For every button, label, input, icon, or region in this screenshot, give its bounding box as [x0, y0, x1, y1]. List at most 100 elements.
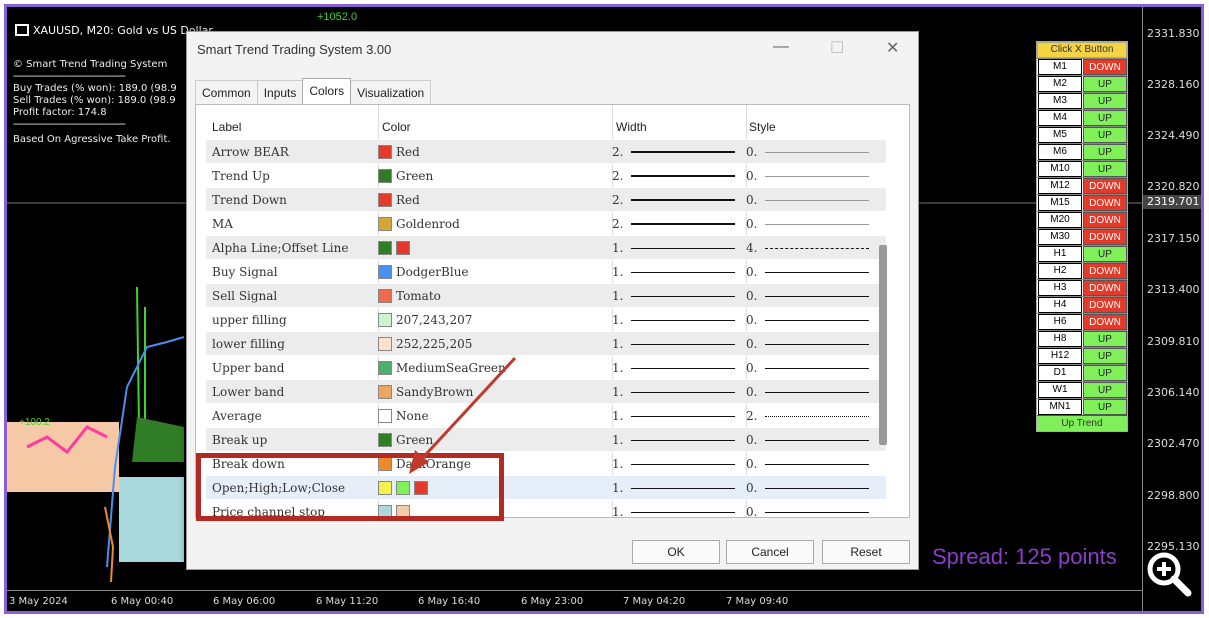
color-swatch[interactable]: [378, 313, 392, 327]
tab-common[interactable]: Common: [195, 80, 258, 107]
tf-name[interactable]: M10: [1038, 161, 1082, 177]
row-style[interactable]: 0.: [746, 428, 870, 452]
tf-name[interactable]: M6: [1038, 144, 1082, 160]
row-width[interactable]: 1.: [612, 404, 736, 428]
column-header-color[interactable]: Color: [382, 120, 411, 134]
color-swatch[interactable]: [378, 193, 392, 207]
row-width[interactable]: 1.: [612, 332, 736, 356]
grid-scrollbar[interactable]: [879, 245, 887, 445]
row-width[interactable]: 1.: [612, 356, 736, 380]
row-width[interactable]: 1.: [612, 476, 736, 500]
row-width[interactable]: 1.: [612, 452, 736, 476]
row-style[interactable]: 0.: [746, 476, 870, 500]
column-header-style[interactable]: Style: [749, 120, 776, 134]
color-swatch[interactable]: [396, 241, 410, 255]
column-header-label[interactable]: Label: [212, 120, 241, 134]
row-width[interactable]: 1.: [612, 260, 736, 284]
row-color[interactable]: [378, 236, 414, 260]
row-color[interactable]: Red: [378, 140, 420, 164]
color-swatch[interactable]: [378, 241, 392, 255]
row-width[interactable]: 1.: [612, 236, 736, 260]
row-style[interactable]: 0.: [746, 212, 870, 236]
tf-name[interactable]: M12: [1038, 178, 1082, 194]
row-width[interactable]: 1.: [612, 308, 736, 332]
close-button[interactable]: ✕: [886, 38, 899, 58]
tf-name[interactable]: M30: [1038, 229, 1082, 245]
tf-name[interactable]: MN1: [1038, 399, 1082, 415]
row-width[interactable]: 1.: [612, 284, 736, 308]
color-row[interactable]: upper filling 207,243,207 1. 0.: [206, 307, 886, 331]
tf-name[interactable]: D1: [1038, 365, 1082, 381]
tab-visualization[interactable]: Visualization: [350, 80, 432, 107]
row-style[interactable]: 0.: [746, 452, 870, 476]
color-row[interactable]: Lower band SandyBrown 1. 0.: [206, 379, 886, 403]
color-row[interactable]: Average None 1. 2.: [206, 403, 886, 427]
row-width[interactable]: 2.: [612, 140, 736, 164]
row-style[interactable]: 0.: [746, 188, 870, 212]
tf-name[interactable]: M20: [1038, 212, 1082, 228]
row-style[interactable]: 0.: [746, 380, 870, 404]
color-swatch[interactable]: [378, 265, 392, 279]
color-row[interactable]: Upper band MediumSeaGreen 1. 0.: [206, 355, 886, 379]
row-style[interactable]: 0.: [746, 164, 870, 188]
tab-inputs[interactable]: Inputs: [256, 80, 304, 107]
reset-button[interactable]: Reset: [822, 540, 910, 564]
row-color[interactable]: Tomato: [378, 284, 441, 308]
color-swatch[interactable]: [378, 289, 392, 303]
column-header-width[interactable]: Width: [616, 120, 647, 134]
tf-name[interactable]: H3: [1038, 280, 1082, 296]
color-row[interactable]: Sell Signal Tomato 1. 0.: [206, 283, 886, 307]
tf-panel-header[interactable]: Click X Button: [1037, 42, 1127, 58]
tf-name[interactable]: M5: [1038, 127, 1082, 143]
row-style[interactable]: 0.: [746, 260, 870, 284]
row-width[interactable]: 1.: [612, 428, 736, 452]
tf-name[interactable]: H8: [1038, 331, 1082, 347]
color-swatch[interactable]: [378, 217, 392, 231]
row-style[interactable]: 0.: [746, 356, 870, 380]
row-width[interactable]: 2.: [612, 212, 736, 236]
color-swatch[interactable]: [378, 337, 392, 351]
color-row[interactable]: Break up Green 1. 0.: [206, 427, 886, 451]
tf-name[interactable]: W1: [1038, 382, 1082, 398]
row-color[interactable]: Green: [378, 164, 433, 188]
tf-name[interactable]: M4: [1038, 110, 1082, 126]
color-row[interactable]: Arrow BEAR Red 2. 0.: [206, 139, 886, 163]
row-color[interactable]: Goldenrod: [378, 212, 460, 236]
zoom-icon[interactable]: [1142, 547, 1194, 599]
row-style[interactable]: 0.: [746, 284, 870, 308]
row-style[interactable]: 0.: [746, 308, 870, 332]
tf-name[interactable]: M1: [1038, 59, 1082, 75]
row-width[interactable]: 2.: [612, 164, 736, 188]
tf-name[interactable]: H6: [1038, 314, 1082, 330]
row-style[interactable]: 2.: [746, 404, 870, 428]
color-swatch[interactable]: [378, 145, 392, 159]
color-row[interactable]: MA Goldenrod 2. 0.: [206, 211, 886, 235]
tf-name[interactable]: M15: [1038, 195, 1082, 211]
tab-colors[interactable]: Colors: [302, 78, 352, 105]
row-width[interactable]: 1.: [612, 500, 736, 517]
color-row[interactable]: Trend Up Green 2. 0.: [206, 163, 886, 187]
row-color[interactable]: DodgerBlue: [378, 260, 469, 284]
row-width[interactable]: 1.: [612, 380, 736, 404]
minimize-button[interactable]: —: [773, 38, 789, 56]
color-row[interactable]: Trend Down Red 2. 0.: [206, 187, 886, 211]
tf-name[interactable]: H2: [1038, 263, 1082, 279]
tf-name[interactable]: H1: [1038, 246, 1082, 262]
row-style[interactable]: 0.: [746, 500, 870, 517]
maximize-button[interactable]: ☐: [830, 38, 844, 58]
tf-name[interactable]: M3: [1038, 93, 1082, 109]
row-width[interactable]: 2.: [612, 188, 736, 212]
color-row[interactable]: lower filling 252,225,205 1. 0.: [206, 331, 886, 355]
color-row[interactable]: Alpha Line;Offset Line 1. 4.: [206, 235, 886, 259]
cancel-button[interactable]: Cancel: [726, 540, 814, 564]
row-style[interactable]: 0.: [746, 140, 870, 164]
row-style[interactable]: 0.: [746, 332, 870, 356]
color-swatch[interactable]: [378, 169, 392, 183]
ok-button[interactable]: OK: [632, 540, 720, 564]
row-style[interactable]: 4.: [746, 236, 870, 260]
row-color[interactable]: Red: [378, 188, 420, 212]
row-color[interactable]: 207,243,207: [378, 308, 472, 332]
tf-name[interactable]: H12: [1038, 348, 1082, 364]
tf-name[interactable]: M2: [1038, 76, 1082, 92]
tf-name[interactable]: H4: [1038, 297, 1082, 313]
